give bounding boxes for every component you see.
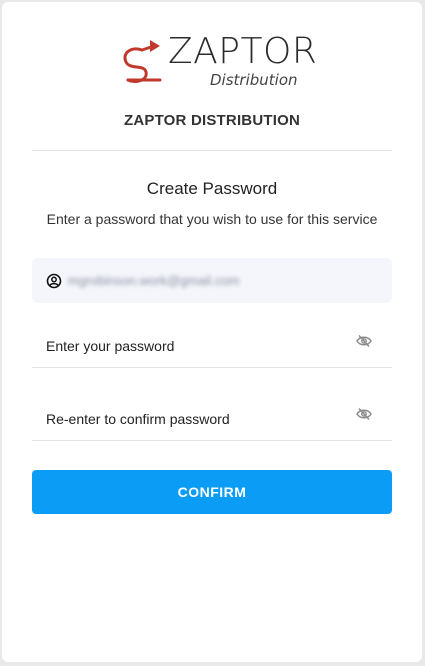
- eye-slash-icon[interactable]: [356, 334, 372, 348]
- eye-slash-icon[interactable]: [356, 407, 372, 421]
- zaptor-logo: ZAPTOR Distribution: [120, 32, 317, 96]
- confirm-button[interactable]: CONFIRM: [32, 470, 392, 514]
- header-divider: [32, 150, 392, 151]
- confirm-password-input-placeholder[interactable]: Re-enter to confirm password: [46, 411, 230, 427]
- page-subtitle: Enter a password that you wish to use fo…: [46, 211, 378, 227]
- email-display: mgrobinson.work@gmail.com: [32, 258, 392, 303]
- org-name: ZAPTOR DISTRIBUTION: [123, 112, 301, 129]
- page-title: Create Password: [146, 179, 278, 198]
- confirm-password-field[interactable]: Re-enter to confirm password: [32, 395, 392, 441]
- logo-wordmark: ZAPTOR: [168, 31, 318, 72]
- password-field[interactable]: Enter your password: [32, 322, 392, 368]
- password-input-placeholder[interactable]: Enter your password: [46, 338, 174, 354]
- email-value: mgrobinson.work@gmail.com: [68, 273, 240, 288]
- logo-subtitle: Distribution: [210, 71, 298, 89]
- user-circle-icon: [46, 273, 62, 288]
- zaptor-logo-mark: [123, 40, 162, 84]
- password-card: ZAPTOR Distribution ZAPTOR DISTRIBUTION …: [2, 2, 422, 662]
